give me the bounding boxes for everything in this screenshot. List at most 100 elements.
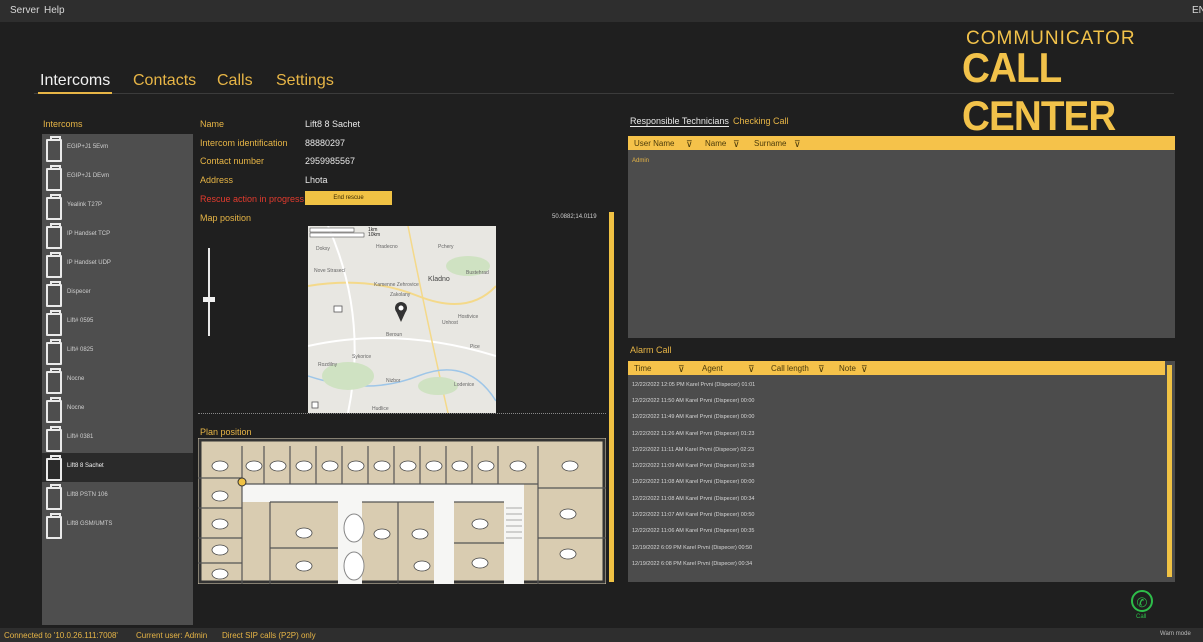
technicians-table[interactable]: User Name ⊽ Name ⊽ Surname ⊽ Admin: [628, 136, 1175, 338]
intercom-item[interactable]: Nocne: [42, 366, 193, 395]
tab-divider: [34, 93, 1174, 94]
phone-icon: [46, 252, 62, 278]
table-row[interactable]: Admin: [632, 158, 649, 164]
sip-mode: Direct SIP calls (P2P) only: [222, 631, 316, 640]
tab-calls[interactable]: Calls: [217, 72, 253, 90]
intercom-list[interactable]: EGIP+J1 5Evm EGIP+J1 DEvm Yealink T27P I…: [42, 134, 193, 625]
filter-icon[interactable]: ⊽: [861, 364, 868, 375]
phone-icon: ✆: [1136, 595, 1148, 610]
phone-icon: [46, 136, 62, 162]
map-scale-10km: 10km: [368, 232, 381, 238]
alarm-call-table[interactable]: Time ⊽ Agent ⊽ Call length ⊽ Note ⊽ 12/2…: [628, 361, 1175, 582]
address-value: Lhota: [305, 175, 328, 185]
table-row[interactable]: 12/19/2022 6:08 PM Karel Prvni (Dispecer…: [632, 561, 752, 567]
phone-icon: [46, 310, 62, 336]
phone-icon: [46, 426, 62, 452]
intercom-item[interactable]: Dispecer: [42, 279, 193, 308]
phone-icon: [46, 484, 62, 510]
menu-server[interactable]: Server: [10, 5, 39, 16]
contact-number-value: 2959985567: [305, 156, 356, 166]
table-row[interactable]: 12/22/2022 11:06 AM Karel Prvni (Dispece…: [632, 528, 755, 534]
intercom-item[interactable]: Lift# 0825: [42, 337, 193, 366]
table-row[interactable]: 12/22/2022 11:08 AM Karel Prvni (Dispece…: [632, 479, 755, 485]
map-place: Unhost: [442, 320, 458, 326]
filter-icon[interactable]: ⊽: [818, 364, 825, 375]
intercom-item[interactable]: Lift# 0381: [42, 424, 193, 453]
col-time[interactable]: Time: [634, 364, 651, 373]
intercom-item[interactable]: Lift# 0595: [42, 308, 193, 337]
phone-icon: [46, 281, 62, 307]
phone-icon: [46, 368, 62, 394]
language-indicator[interactable]: EN: [1192, 5, 1203, 16]
map-view[interactable]: 1km 10km Hradecno Pchery Nove Strasecí K…: [308, 226, 496, 413]
table-row[interactable]: 12/22/2022 11:09 AM Karel Prvni (Dispece…: [632, 463, 755, 469]
intercom-item[interactable]: Yealink T27P: [42, 192, 193, 221]
intercom-item[interactable]: EGIP+J1 DEvm: [42, 163, 193, 192]
filter-icon[interactable]: ⊽: [678, 364, 685, 375]
table-row[interactable]: 12/22/2022 11:07 AM Karel Prvni (Dispece…: [632, 512, 755, 518]
map-place: Beroun: [386, 332, 403, 338]
map-place: Hradecno: [376, 244, 398, 250]
current-user: Current user: Admin: [136, 631, 208, 640]
table-row[interactable]: 12/22/2022 11:26 AM Karel Prvni (Dispece…: [632, 431, 755, 437]
filter-icon[interactable]: ⊽: [733, 139, 740, 150]
tab-active-underline: [38, 92, 112, 94]
col-user-name[interactable]: User Name: [634, 139, 674, 148]
tab-responsible-technicians[interactable]: Responsible Technicians: [630, 116, 729, 127]
tab-checking-call[interactable]: Checking Call: [733, 116, 789, 126]
intercom-item[interactable]: IP Handset TCP: [42, 221, 193, 250]
name-label: Name: [200, 119, 225, 129]
intercom-item[interactable]: Lift8 GSM/UMTS: [42, 511, 193, 540]
table-row[interactable]: 12/22/2022 12:05 PM Karel Prvni (Dispece…: [632, 382, 755, 388]
map-place: Pchery: [438, 244, 454, 250]
col-name[interactable]: Name: [705, 139, 726, 148]
intercom-item[interactable]: Lift8 PSTN 106: [42, 482, 193, 511]
zoom-slider-track[interactable]: [208, 248, 210, 336]
intercom-item[interactable]: Nocne: [42, 395, 193, 424]
logo-call-center: CALL CENTER: [962, 44, 1116, 139]
phone-icon: [46, 339, 62, 365]
filter-icon[interactable]: ⊽: [794, 139, 801, 150]
table-row[interactable]: 12/22/2022 11:08 AM Karel Prvni (Dispece…: [632, 496, 755, 502]
filter-icon[interactable]: ⊽: [686, 139, 693, 150]
intercom-item-selected[interactable]: Lift8 8 Sachet: [42, 453, 193, 482]
table-row[interactable]: 12/19/2022 6:09 PM Karel Prvni (Dispecer…: [632, 545, 752, 551]
map-place: Kamenne Zehrovice: [374, 282, 419, 288]
menu-help[interactable]: Help: [44, 5, 65, 16]
end-rescue-button[interactable]: End rescue: [305, 191, 392, 205]
intercoms-title: Intercoms: [43, 119, 83, 129]
floor-plan-view[interactable]: [198, 438, 606, 584]
name-value: Lift8 8 Sachet: [305, 119, 361, 129]
map-place: Zakolany: [390, 292, 411, 298]
col-agent[interactable]: Agent: [702, 364, 723, 373]
zoom-slider-thumb[interactable]: [203, 297, 215, 302]
phone-icon: [46, 165, 62, 191]
filter-icon[interactable]: ⊽: [748, 364, 755, 375]
map-place: Pice: [470, 344, 480, 350]
table-row[interactable]: 12/22/2022 11:50 AM Karel Prvni (Dispece…: [632, 398, 755, 404]
map-place: Kladno: [428, 276, 450, 283]
map-place: Hudlice: [372, 406, 389, 412]
table-row[interactable]: 12/22/2022 11:11 AM Karel Prvni (Dispece…: [632, 447, 754, 453]
map-place: Doksy: [316, 246, 330, 252]
col-call-length[interactable]: Call length: [771, 364, 809, 373]
technicians-header: User Name ⊽ Name ⊽ Surname ⊽: [628, 136, 1175, 150]
warn-mode[interactable]: Warn mode: [1160, 631, 1191, 637]
tab-contacts[interactable]: Contacts: [133, 72, 196, 90]
connection-status: Connected to '10.0.26.111:7008': [4, 631, 118, 640]
phone-icon: [46, 513, 62, 539]
tab-intercoms[interactable]: Intercoms: [40, 72, 110, 90]
map-place: Lodenice: [454, 382, 475, 388]
call-button[interactable]: ✆: [1131, 590, 1153, 612]
phone-icon: [46, 455, 62, 481]
intercom-item[interactable]: IP Handset UDP: [42, 250, 193, 279]
col-surname[interactable]: Surname: [754, 139, 786, 148]
map-place: Hostivice: [458, 314, 479, 320]
col-note[interactable]: Note: [839, 364, 856, 373]
details-scrollbar[interactable]: [609, 212, 614, 582]
tab-settings[interactable]: Settings: [276, 72, 334, 90]
table-row[interactable]: 12/22/2022 11:49 AM Karel Prvni (Dispece…: [632, 414, 755, 420]
alarm-scrollbar[interactable]: [1167, 365, 1172, 577]
intercom-item[interactable]: EGIP+J1 5Evm: [42, 134, 193, 163]
map-place: Bustehrad: [466, 270, 489, 276]
